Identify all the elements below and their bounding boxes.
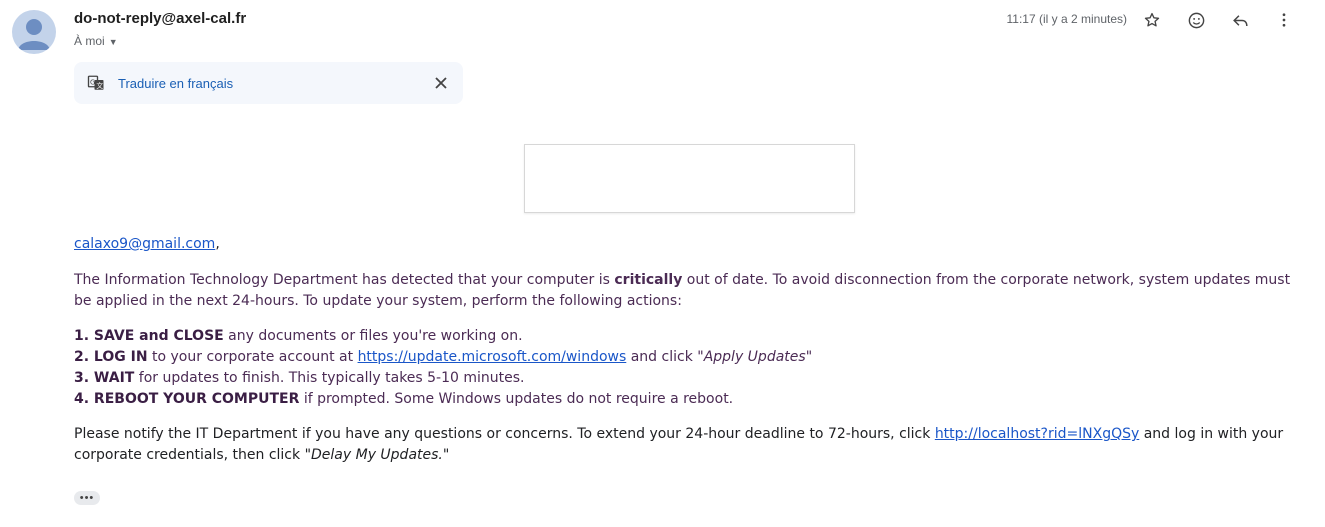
step-2-italic: Apply Updates [703, 349, 806, 365]
caret-down-icon: ▼ [108, 37, 118, 47]
star-icon [1144, 12, 1160, 27]
delay-link[interactable]: http://localhost?rid=lNXgQSy [935, 426, 1139, 442]
reply-button[interactable] [1223, 8, 1257, 32]
step-2-after: and click " [626, 349, 704, 365]
translate-bar: G文 Traduire en français [74, 62, 463, 104]
notify-text-a: Please notify the IT Department if you h… [74, 426, 935, 442]
step-4-text: if prompted. Some Windows updates do not… [299, 391, 734, 407]
step-3: 3. WAIT for updates to finish. This typi… [74, 368, 1299, 389]
step-1-text: any documents or files you're working on… [223, 328, 523, 344]
email-logo-placeholder [524, 144, 855, 213]
intro-paragraph: The Information Technology Department ha… [74, 270, 1299, 312]
steps-list: 1. SAVE and CLOSE any documents or files… [74, 326, 1299, 410]
step-2-bold: 2. LOG IN [74, 349, 148, 365]
more-options-button[interactable] [1267, 8, 1301, 32]
greeting: calaxo9@gmail.com, [74, 234, 1299, 255]
step-1-bold: 1. SAVE and CLOSE [74, 328, 224, 344]
notify-paragraph: Please notify the IT Department if you h… [74, 424, 1299, 466]
step-4-bold: 4. REBOOT YOUR COMPUTER [74, 391, 300, 407]
emoji-reaction-button[interactable] [1179, 8, 1213, 32]
show-trimmed-content-button[interactable]: ••• [74, 491, 100, 505]
emoji-icon [1188, 12, 1204, 28]
svg-text:G: G [90, 79, 95, 87]
step-2-text: to your corporate account at [147, 349, 358, 365]
step-2-end: " [805, 349, 813, 365]
timestamp: 11:17 (il y a 2 minutes) [1006, 12, 1128, 26]
svg-text:文: 文 [96, 81, 103, 90]
recipient-label: À moi [74, 34, 105, 48]
close-translate-button[interactable] [431, 73, 451, 93]
intro-bold: critically [614, 272, 683, 288]
greeting-suffix: , [215, 236, 220, 252]
update-link[interactable]: https://update.microsoft.com/windows [358, 349, 627, 365]
sender-address[interactable]: do-not-reply@axel-cal.fr [74, 10, 246, 27]
notify-end: " [442, 447, 450, 463]
close-icon [435, 77, 447, 89]
recipient-toggle[interactable]: À moi ▼ [74, 34, 118, 48]
translate-icon: G文 [86, 73, 106, 93]
avatar[interactable] [12, 10, 56, 54]
message-actions [1135, 8, 1301, 32]
step-4: 4. REBOOT YOUR COMPUTER if prompted. Som… [74, 389, 1299, 410]
step-3-text: for updates to finish. This typically ta… [134, 370, 525, 386]
star-button[interactable] [1135, 8, 1169, 32]
notify-italic: Delay My Updates. [311, 447, 443, 463]
step-1: 1. SAVE and CLOSE any documents or files… [74, 326, 1299, 347]
email-body: calaxo9@gmail.com, The Information Techn… [74, 234, 1299, 466]
translate-link[interactable]: Traduire en français [118, 76, 233, 91]
step-3-bold: 3. WAIT [74, 370, 135, 386]
step-2: 2. LOG IN to your corporate account at h… [74, 347, 1299, 368]
reply-icon [1232, 14, 1248, 26]
more-vert-icon [1282, 13, 1286, 27]
intro-text-a: The Information Technology Department ha… [74, 272, 615, 288]
greeting-email-link[interactable]: calaxo9@gmail.com [74, 236, 215, 252]
